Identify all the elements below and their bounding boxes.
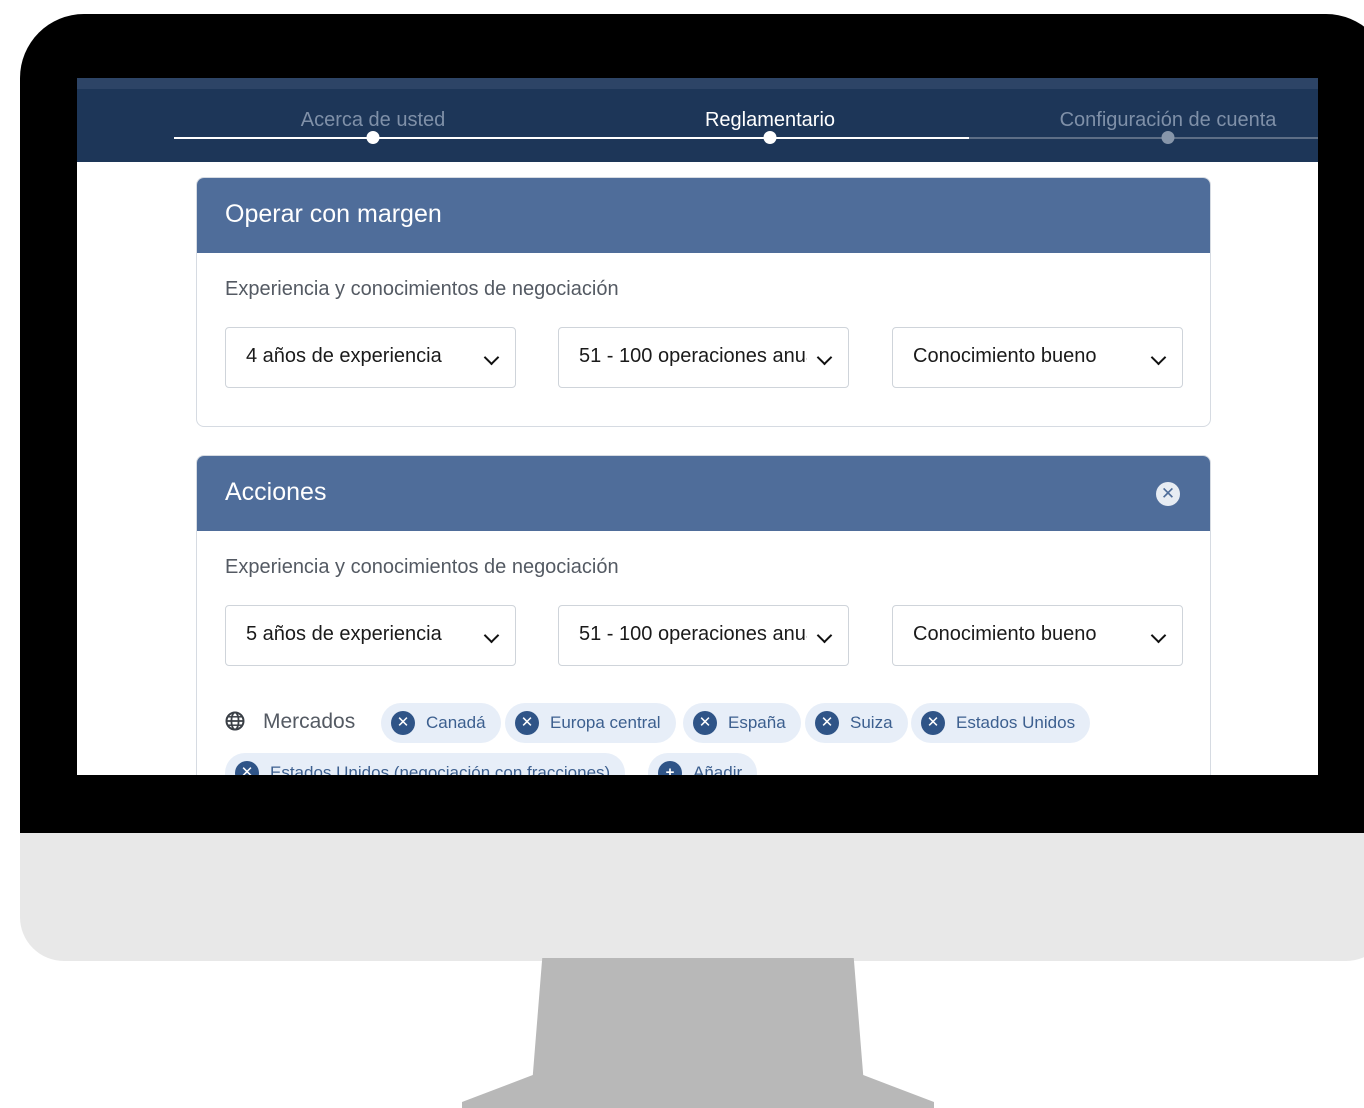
operations-count-select[interactable]: 51 - 100 operaciones anuales <box>558 605 849 666</box>
card-title: Acciones <box>225 478 327 506</box>
add-market-button[interactable]: + Añadir <box>648 753 758 775</box>
market-chip-canada[interactable]: ✕ Canadá <box>381 703 501 743</box>
knowledge-level-select[interactable]: Conocimiento bueno <box>892 327 1183 388</box>
markets-row: Mercados ✕ Canadá ✕ Europa central ✕ Esp… <box>225 703 1205 775</box>
chevron-down-icon <box>483 349 500 366</box>
operations-count-select[interactable]: 51 - 100 operaciones anuales <box>558 327 849 388</box>
chip-label: Canadá <box>426 713 486 732</box>
chevron-down-icon <box>816 349 833 366</box>
remove-x-icon[interactable]: ✕ <box>921 711 945 735</box>
experience-years-select[interactable]: 4 años de experiencia <box>225 327 516 388</box>
progress-stepper: Acerca de usted Reglamentario Configurac… <box>77 78 1318 162</box>
card-title: Operar con margen <box>225 200 442 228</box>
section-label: Experiencia y conocimientos de negociaci… <box>225 278 619 300</box>
market-chip-central-europe[interactable]: ✕ Europa central <box>505 703 676 743</box>
markets-label: Mercados <box>263 710 356 733</box>
chip-label: Europa central <box>550 713 661 732</box>
select-value: 51 - 100 operaciones anuales <box>579 623 807 645</box>
remove-x-icon[interactable]: ✕ <box>693 711 717 735</box>
monitor-stand <box>462 958 934 1108</box>
screen: Acerca de usted Reglamentario Configurac… <box>77 78 1318 775</box>
market-chip-switzerland[interactable]: ✕ Suiza <box>805 703 908 743</box>
select-value: 51 - 100 operaciones anuales <box>579 345 807 367</box>
select-value: 5 años de experiencia <box>246 623 442 645</box>
card-header: Acciones ✕ <box>197 456 1210 531</box>
step-dot-account-config <box>1161 131 1175 144</box>
remove-x-icon[interactable]: ✕ <box>515 711 539 735</box>
add-label: Añadir <box>693 763 743 775</box>
market-chip-united-states[interactable]: ✕ Estados Unidos <box>911 703 1091 743</box>
chevron-down-icon <box>816 627 833 644</box>
card-margin: Operar con margen Experiencia y conocimi… <box>196 177 1211 427</box>
remove-x-icon[interactable]: ✕ <box>235 761 259 775</box>
knowledge-level-select[interactable]: Conocimiento bueno <box>892 605 1183 666</box>
chip-label: Estados Unidos <box>956 713 1076 732</box>
close-icon[interactable]: ✕ <box>1156 482 1180 506</box>
chip-label: Estados Unidos (negociación con fraccion… <box>270 763 611 775</box>
chevron-down-icon <box>483 627 500 644</box>
select-value: Conocimiento bueno <box>913 623 1097 645</box>
remove-x-icon[interactable]: ✕ <box>815 711 839 735</box>
remove-x-icon[interactable]: ✕ <box>391 711 415 735</box>
step-about-you[interactable]: Acerca de usted <box>301 109 446 132</box>
progress-line-complete <box>174 137 969 139</box>
chip-label: España <box>728 713 786 732</box>
plus-icon: + <box>658 761 682 775</box>
card-stocks: Acciones ✕ Experiencia y conocimientos d… <box>196 455 1211 775</box>
experience-years-select[interactable]: 5 años de experiencia <box>225 605 516 666</box>
chevron-down-icon <box>1150 349 1167 366</box>
chip-label: Suiza <box>850 713 893 732</box>
progress-line-remaining <box>969 137 1318 139</box>
step-regulatory[interactable]: Reglamentario <box>705 109 835 132</box>
section-label: Experiencia y conocimientos de negociaci… <box>225 556 619 578</box>
market-chip-spain[interactable]: ✕ España <box>683 703 801 743</box>
select-value: 4 años de experiencia <box>246 345 442 367</box>
step-dot-about-you <box>366 131 380 144</box>
step-dot-regulatory <box>763 131 777 144</box>
step-account-config[interactable]: Configuración de cuenta <box>1060 109 1277 132</box>
monitor-chin <box>20 833 1364 961</box>
chevron-down-icon <box>1150 627 1167 644</box>
select-value: Conocimiento bueno <box>913 345 1097 367</box>
card-header: Operar con margen <box>197 178 1210 253</box>
market-chip-us-fractional[interactable]: ✕ Estados Unidos (negociación con fracci… <box>225 753 626 775</box>
globe-icon <box>225 711 245 731</box>
